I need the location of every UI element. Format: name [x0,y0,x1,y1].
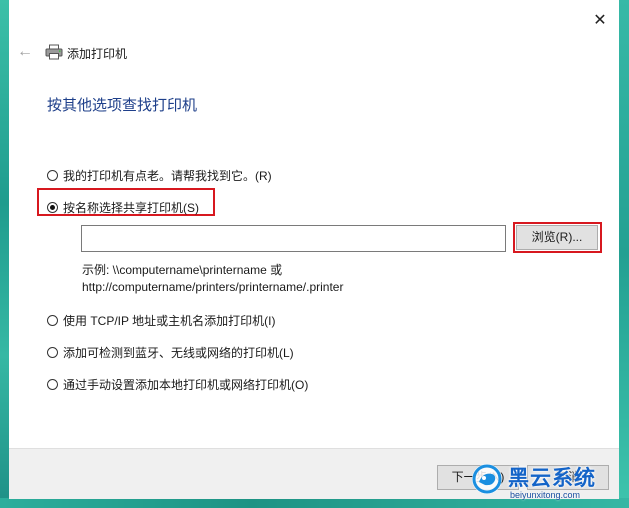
example-line-1: 示例: \\computername\printername 或 [82,263,283,277]
example-line-2: http://computername/printers/printername… [82,280,344,294]
add-printer-dialog: ✕ ← 添加打印机 按其他选项查找打印机 我的打印机有点老。请帮我找到它。(R)… [9,0,619,499]
radio-button-selected[interactable] [47,202,58,213]
option-label: 添加可检测到蓝牙、无线或网络的打印机(L) [63,346,294,360]
desktop-background-left [0,0,9,508]
option-shared-printer[interactable]: 按名称选择共享打印机(S) [47,199,199,216]
radio-button[interactable] [47,379,58,390]
page-heading: 按其他选项查找打印机 [47,97,198,114]
radio-button[interactable] [47,347,58,358]
close-button[interactable]: ✕ [589,10,611,32]
watermark-logo-icon [472,464,502,494]
window-title: 添加打印机 [67,47,128,61]
option-label: 通过手动设置添加本地打印机或网络打印机(O) [63,378,309,392]
radio-button[interactable] [47,315,58,326]
back-button[interactable]: ← [15,42,35,62]
option-label: 我的打印机有点老。请帮我找到它。(R) [63,169,272,183]
option-tcpip[interactable]: 使用 TCP/IP 地址或主机名添加打印机(I) [47,312,275,329]
watermark-name: 黑云系统 [508,466,596,490]
shared-printer-path-input[interactable] [81,225,506,252]
example-text: 示例: \\computername\printername 或 http://… [82,262,343,296]
watermark-url: beiyunxitong.com [510,490,581,500]
desktop-background-right [619,0,629,508]
site-watermark: 黑云系统 beiyunxitong.com [470,460,620,506]
browse-button[interactable]: 浏览(R)... [516,225,598,250]
radio-button[interactable] [47,170,58,181]
option-wireless[interactable]: 添加可检测到蓝牙、无线或网络的打印机(L) [47,344,294,361]
printer-icon [45,44,63,60]
option-manual[interactable]: 通过手动设置添加本地打印机或网络打印机(O) [47,376,308,393]
option-label: 使用 TCP/IP 地址或主机名添加打印机(I) [63,314,276,328]
option-old-printer[interactable]: 我的打印机有点老。请帮我找到它。(R) [47,167,272,184]
back-arrow-icon: ← [17,43,33,60]
close-icon: ✕ [593,12,607,29]
option-label: 按名称选择共享打印机(S) [63,201,199,215]
